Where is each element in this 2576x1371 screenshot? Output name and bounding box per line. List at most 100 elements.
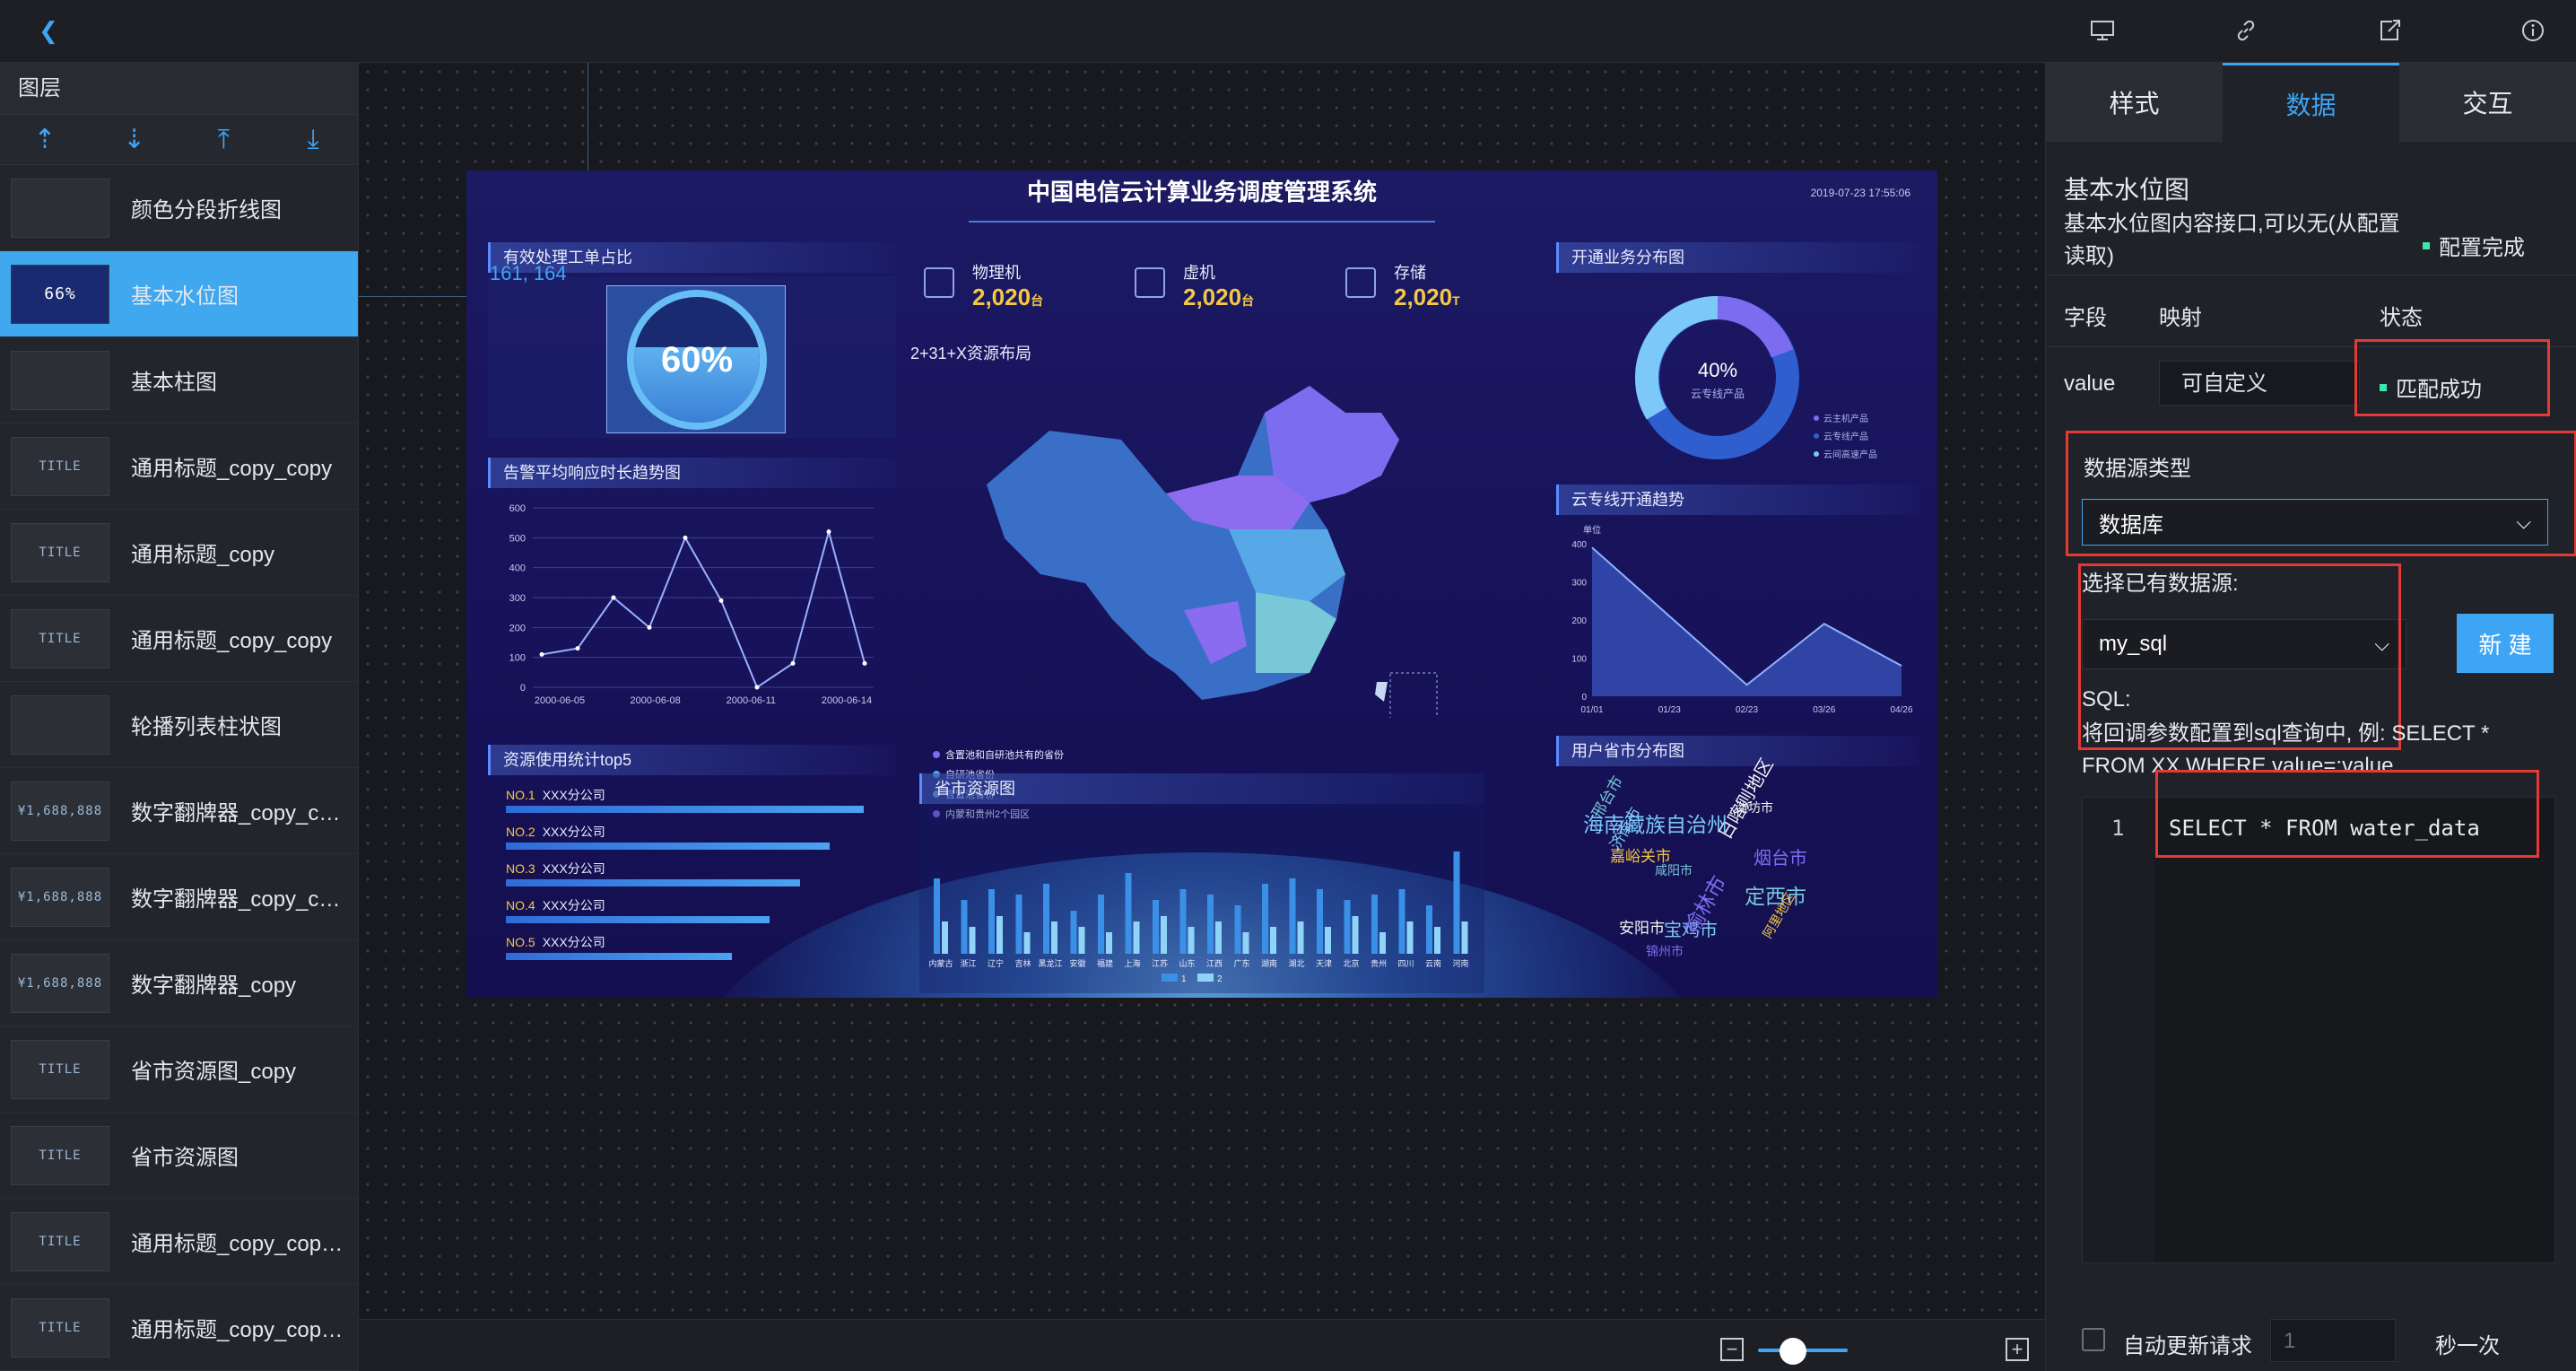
move-top-icon[interactable]: ⤒ <box>205 122 241 158</box>
x-tick-label: 北京 <box>1343 958 1359 968</box>
top5-name: XXX分公司 <box>542 898 605 913</box>
bar <box>1242 932 1249 954</box>
layer-item[interactable]: 颜色分段折线图 <box>0 165 358 251</box>
monitor-icon[interactable] <box>2086 14 2119 47</box>
x-tick-label: 04/26 <box>1890 705 1912 715</box>
x-tick-label: 贵州 <box>1371 958 1387 968</box>
info-icon[interactable] <box>2517 14 2549 47</box>
move-down-icon[interactable]: ⇣ <box>117 122 152 158</box>
field-value: value <box>2064 371 2116 396</box>
new-source-button[interactable]: 新 建 <box>2457 614 2554 673</box>
donut-label: 云专线产品 <box>1690 388 1745 400</box>
x-tick-label: 湖北 <box>1288 959 1304 968</box>
water-level-value: 60% <box>660 339 734 380</box>
water-level-gauge: 60% <box>627 290 767 430</box>
x-tick-label: 2000-06-05 <box>535 695 585 706</box>
alert-series-line <box>541 528 866 689</box>
bar <box>988 889 995 954</box>
legend-label: 2 <box>1217 974 1223 984</box>
y-tick-label: 0 <box>1581 693 1587 703</box>
layer-item[interactable]: ¥1,688,888 数字翻牌器_copy_copy <box>0 854 358 940</box>
dashboard-preview[interactable]: 中国电信云计算业务调度管理系统 2019-07-23 17:55:06 有效处理… <box>466 170 1937 998</box>
bar <box>1325 927 1331 954</box>
layer-label: 通用标题_copy <box>131 543 275 567</box>
mapping-input[interactable]: 可自定义 <box>2159 361 2360 406</box>
move-bottom-icon[interactable]: ⤓ <box>295 122 331 158</box>
auto-update-label: 自动更新请求 <box>2123 1334 2252 1358</box>
stat-value: 2,020台 <box>972 284 1044 310</box>
x-tick-label: 黑龙江 <box>1038 958 1062 968</box>
layer-thumbnail: TITLE <box>11 522 109 582</box>
bar <box>1426 905 1432 954</box>
layer-thumbnail: TITLE <box>11 1297 109 1358</box>
layer-item[interactable]: TITLE 通用标题_copy_copy... <box>0 1285 358 1371</box>
layer-label: 通用标题_copy_copy <box>131 457 333 481</box>
x-tick-label: 湖南 <box>1261 958 1277 968</box>
y-tick-label: 400 <box>1571 540 1587 550</box>
zoom-slider-handle[interactable] <box>1780 1338 1806 1365</box>
x-tick-label: 03/26 <box>1813 705 1835 715</box>
x-tick-label: 江苏 <box>1152 958 1168 968</box>
water-level-selection[interactable]: 60% <box>606 285 786 433</box>
layer-label: 轮播列表柱状图 <box>131 715 282 739</box>
zoom-bar: − + <box>359 1319 2045 1371</box>
area-fill <box>1592 547 1902 696</box>
interval-input[interactable]: 1 <box>2270 1319 2396 1362</box>
layer-item[interactable]: TITLE 省市资源图 <box>0 1113 358 1199</box>
layer-item[interactable]: 轮播列表柱状图 <box>0 682 358 768</box>
layer-item[interactable]: TITLE 省市资源图_copy <box>0 1026 358 1113</box>
link-icon[interactable] <box>2230 14 2262 47</box>
x-tick-label: 四川 <box>1397 959 1414 968</box>
config-tabs: 样式 数据 交互 <box>2046 63 2576 142</box>
panel-title: 资源使用统计top5 <box>488 745 896 775</box>
alert-point <box>718 598 724 603</box>
stat-label: 存储 <box>1394 264 1426 282</box>
export-icon[interactable] <box>2373 14 2406 47</box>
zoom-out-icon[interactable]: − <box>1720 1338 1744 1361</box>
panel-line-trend: 云专线开通趋势 单位 0 100 200 300 400 01/01 01/23 02/23 03… <box>1556 485 1919 727</box>
alert-point <box>862 660 867 666</box>
layer-item[interactable]: ¥1,688,888 数字翻牌器_copy_co... <box>0 768 358 854</box>
bar <box>1023 932 1031 954</box>
back-chevron-icon[interactable]: ❮ <box>32 14 65 47</box>
layer-item[interactable]: TITLE 通用标题_copy_copy <box>0 424 358 510</box>
tab-data[interactable]: 数据 <box>2223 63 2399 142</box>
china-map <box>987 386 1438 718</box>
zoom-in-icon[interactable]: + <box>2006 1338 2029 1361</box>
x-tick-label: 上海 <box>1124 958 1140 968</box>
y-tick-label: 100 <box>1571 655 1587 665</box>
layer-item[interactable]: TITLE 通用标题_copy_copy... <box>0 1199 358 1285</box>
panel-business-dist: 开通业务分布图 40% 云专线产品 云主机产品 云专线产品 云间高速产品 <box>1556 242 1919 485</box>
line-number: 1 <box>2111 816 2125 841</box>
top5-name: XXX分公司 <box>542 825 605 839</box>
alert-point <box>826 529 831 535</box>
auto-update-checkbox[interactable] <box>2082 1328 2105 1351</box>
bar <box>1434 927 1440 954</box>
top5-rank: NO.1 <box>506 788 535 802</box>
config-panel: 样式 数据 交互 基本水位图 基本水位图内容接口,可以无(从配置读取) 配置完成… <box>2045 63 2576 1371</box>
alert-point <box>611 595 616 600</box>
bar <box>1125 873 1132 954</box>
panel-user-dist: 用户省市分布图 潍坊市 济南市 烟台市 定西市 阿里地区 安阳市 宝鸡市 榆林市 咸阳市 嘉峪关市… <box>1556 736 1919 987</box>
layer-item[interactable]: TITLE 通用标题_copy <box>0 510 358 596</box>
x-tick-label: 天津 <box>1316 959 1332 968</box>
bar <box>1234 905 1241 954</box>
layer-item[interactable]: 基本柱图 <box>0 337 358 424</box>
layer-thumbnail <box>11 694 109 755</box>
top5-name: XXX分公司 <box>542 935 605 949</box>
layer-thumbnail: ¥1,688,888 <box>11 781 109 841</box>
x-tick-label: 河南 <box>1452 958 1468 968</box>
sql-editor[interactable]: 1 SELECT * FROM water_data <box>2082 797 2555 1263</box>
tab-interaction[interactable]: 交互 <box>2399 63 2576 142</box>
highlight-sql <box>2155 770 2539 858</box>
layer-item[interactable]: TITLE 通用标题_copy_copy <box>0 596 358 682</box>
layer-label: 数字翻牌器_copy_copy <box>131 887 346 912</box>
layer-item[interactable]: 66% 基本水位图 <box>0 251 358 337</box>
layers-title: 图层 <box>0 63 358 115</box>
layer-item[interactable]: ¥1,688,888 数字翻牌器_copy <box>0 940 358 1026</box>
move-up-icon[interactable]: ⇡ <box>27 122 63 158</box>
bar <box>1106 932 1112 954</box>
bar <box>1289 878 1296 954</box>
tab-style[interactable]: 样式 <box>2046 63 2223 142</box>
legend-swatch <box>1197 974 1214 982</box>
